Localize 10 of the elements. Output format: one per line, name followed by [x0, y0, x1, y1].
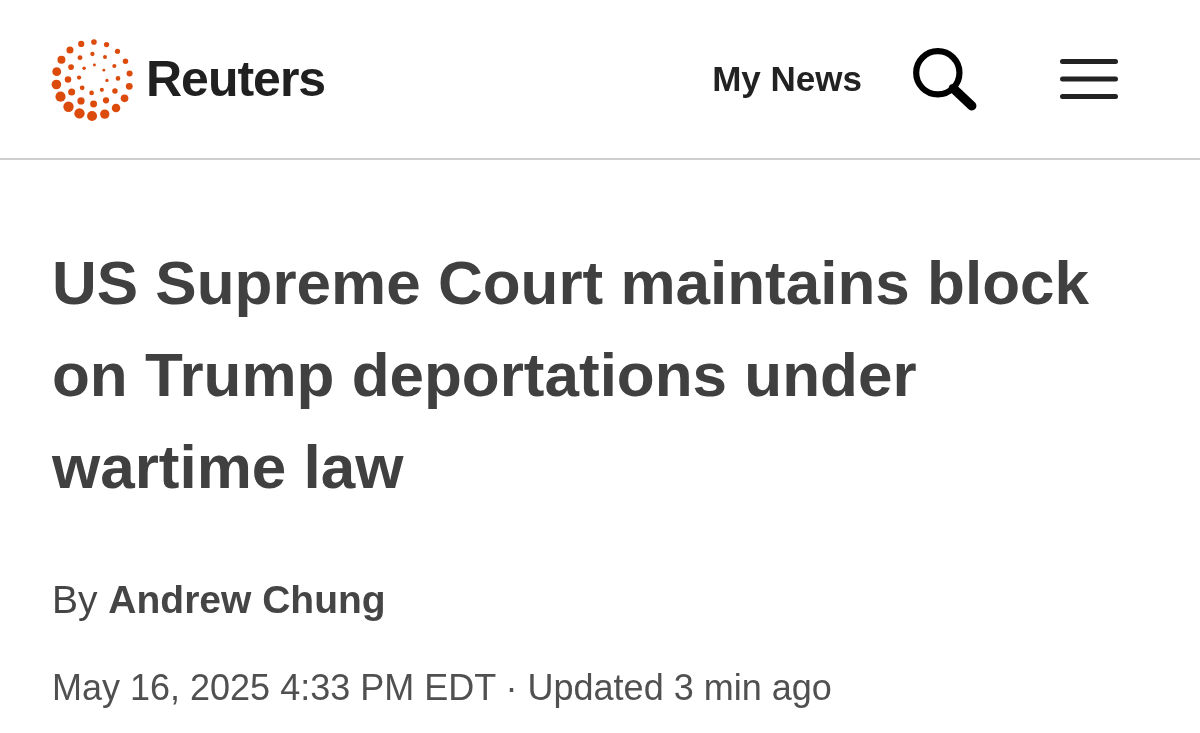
menu-button[interactable]: [1060, 59, 1118, 99]
search-button[interactable]: [910, 46, 978, 112]
my-news-link[interactable]: My News: [712, 58, 862, 100]
dotted-circle-icon: [50, 36, 136, 122]
dateline: May 16, 2025 4:33 PM EDT · Updated 3 min ago: [52, 666, 833, 710]
logo-text: Reuters: [146, 54, 326, 104]
menu-icon: [1060, 59, 1118, 99]
byline: By Andrew Chung: [52, 577, 387, 623]
search-icon: [910, 46, 978, 112]
article-headline: US Supreme Court maintains block on Trump deportations under wartime law: [52, 247, 1090, 503]
